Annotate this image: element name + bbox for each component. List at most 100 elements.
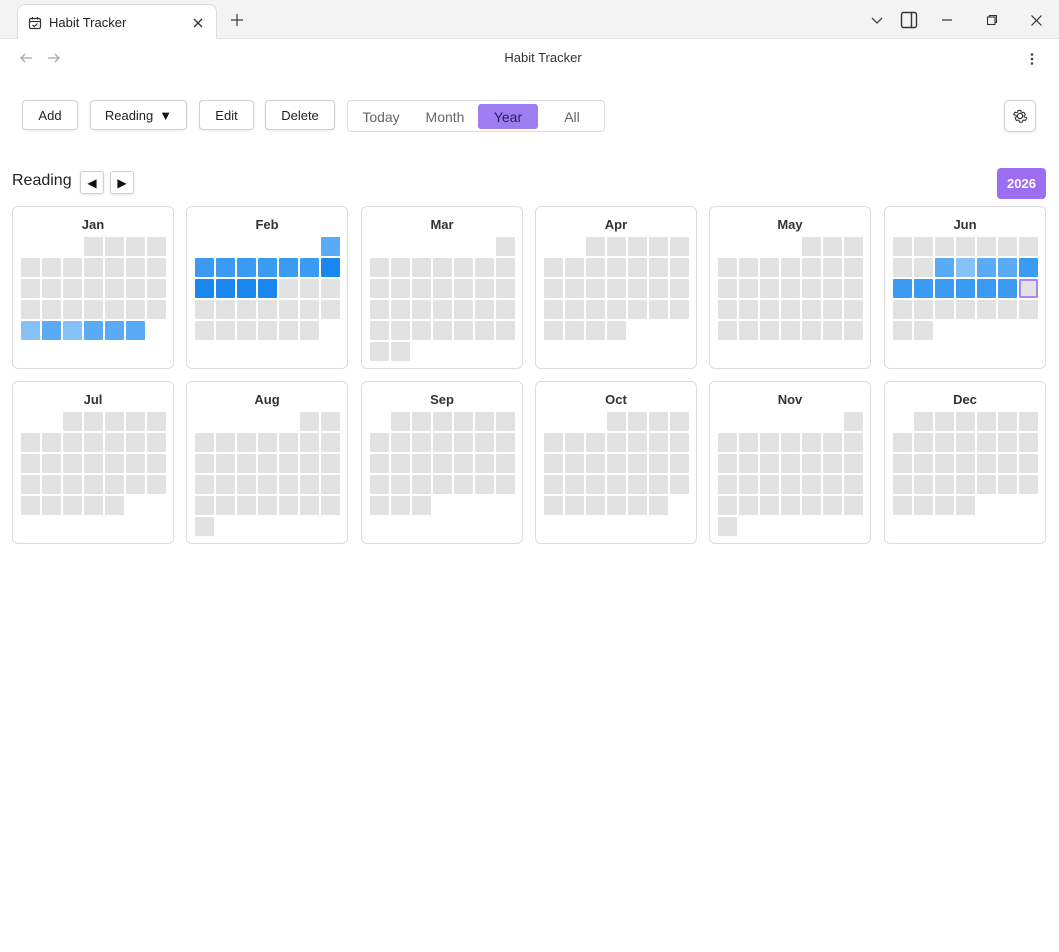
day-cell[interactable] xyxy=(544,258,563,277)
day-cell[interactable] xyxy=(391,342,410,361)
day-cell[interactable] xyxy=(628,258,647,277)
day-cell[interactable] xyxy=(279,433,298,452)
day-cell[interactable] xyxy=(914,412,933,431)
day-cell[interactable] xyxy=(21,258,40,277)
day-cell[interactable] xyxy=(760,496,779,515)
day-cell[interactable] xyxy=(649,237,668,256)
day-cell[interactable] xyxy=(433,433,452,452)
day-cell[interactable] xyxy=(718,279,737,298)
day-cell[interactable] xyxy=(300,496,319,515)
day-cell[interactable] xyxy=(126,237,145,256)
day-cell[interactable] xyxy=(300,454,319,473)
day-cell[interactable] xyxy=(475,258,494,277)
day-cell[interactable] xyxy=(607,237,626,256)
day-cell[interactable] xyxy=(670,237,689,256)
day-cell[interactable] xyxy=(63,321,82,340)
day-cell[interactable] xyxy=(586,475,605,494)
day-cell[interactable] xyxy=(844,412,863,431)
day-cell[interactable] xyxy=(195,258,214,277)
day-cell[interactable] xyxy=(195,321,214,340)
day-cell[interactable] xyxy=(1019,279,1038,298)
day-cell[interactable] xyxy=(935,454,954,473)
view-month[interactable]: Month xyxy=(414,104,476,129)
day-cell[interactable] xyxy=(300,258,319,277)
day-cell[interactable] xyxy=(105,258,124,277)
day-cell[interactable] xyxy=(956,237,975,256)
day-cell[interactable] xyxy=(42,433,61,452)
day-cell[interactable] xyxy=(844,454,863,473)
day-cell[interactable] xyxy=(84,321,103,340)
day-cell[interactable] xyxy=(565,496,584,515)
day-cell[interactable] xyxy=(126,279,145,298)
day-cell[interactable] xyxy=(893,300,912,319)
day-cell[interactable] xyxy=(216,454,235,473)
day-cell[interactable] xyxy=(914,496,933,515)
day-cell[interactable] xyxy=(760,258,779,277)
day-cell[interactable] xyxy=(844,300,863,319)
day-cell[interactable] xyxy=(914,475,933,494)
view-year[interactable]: Year xyxy=(478,104,538,129)
day-cell[interactable] xyxy=(956,412,975,431)
day-cell[interactable] xyxy=(718,475,737,494)
day-cell[interactable] xyxy=(412,433,431,452)
day-cell[interactable] xyxy=(781,496,800,515)
minimize-button[interactable] xyxy=(935,8,959,32)
day-cell[interactable] xyxy=(670,433,689,452)
day-cell[interactable] xyxy=(998,300,1017,319)
day-cell[interactable] xyxy=(628,454,647,473)
day-cell[interactable] xyxy=(893,237,912,256)
day-cell[interactable] xyxy=(956,496,975,515)
day-cell[interactable] xyxy=(258,258,277,277)
day-cell[interactable] xyxy=(586,496,605,515)
day-cell[interactable] xyxy=(544,496,563,515)
day-cell[interactable] xyxy=(321,300,340,319)
day-cell[interactable] xyxy=(760,279,779,298)
day-cell[interactable] xyxy=(475,454,494,473)
day-cell[interactable] xyxy=(977,475,996,494)
day-cell[interactable] xyxy=(1019,412,1038,431)
day-cell[interactable] xyxy=(977,433,996,452)
day-cell[interactable] xyxy=(370,342,389,361)
day-cell[interactable] xyxy=(802,475,821,494)
day-cell[interactable] xyxy=(126,412,145,431)
day-cell[interactable] xyxy=(823,321,842,340)
day-cell[interactable] xyxy=(216,433,235,452)
day-cell[interactable] xyxy=(802,496,821,515)
day-cell[interactable] xyxy=(935,475,954,494)
day-cell[interactable] xyxy=(454,321,473,340)
day-cell[interactable] xyxy=(565,433,584,452)
day-cell[interactable] xyxy=(1019,433,1038,452)
settings-button[interactable] xyxy=(1004,100,1036,132)
day-cell[interactable] xyxy=(391,321,410,340)
day-cell[interactable] xyxy=(321,237,340,256)
day-cell[interactable] xyxy=(823,454,842,473)
day-cell[interactable] xyxy=(433,279,452,298)
day-cell[interactable] xyxy=(391,258,410,277)
day-cell[interactable] xyxy=(739,496,758,515)
day-cell[interactable] xyxy=(496,475,515,494)
day-cell[interactable] xyxy=(844,258,863,277)
day-cell[interactable] xyxy=(84,412,103,431)
day-cell[interactable] xyxy=(370,279,389,298)
day-cell[interactable] xyxy=(42,279,61,298)
day-cell[interactable] xyxy=(412,258,431,277)
day-cell[interactable] xyxy=(370,454,389,473)
day-cell[interactable] xyxy=(370,475,389,494)
day-cell[interactable] xyxy=(670,300,689,319)
day-cell[interactable] xyxy=(433,412,452,431)
day-cell[interactable] xyxy=(718,496,737,515)
day-cell[interactable] xyxy=(649,412,668,431)
day-cell[interactable] xyxy=(147,412,166,431)
day-cell[interactable] xyxy=(237,279,256,298)
day-cell[interactable] xyxy=(84,237,103,256)
day-cell[interactable] xyxy=(237,300,256,319)
day-cell[interactable] xyxy=(760,321,779,340)
day-cell[interactable] xyxy=(586,258,605,277)
day-cell[interactable] xyxy=(195,496,214,515)
day-cell[interactable] xyxy=(84,454,103,473)
day-cell[interactable] xyxy=(370,496,389,515)
day-cell[interactable] xyxy=(105,433,124,452)
day-cell[interactable] xyxy=(586,237,605,256)
day-cell[interactable] xyxy=(496,237,515,256)
day-cell[interactable] xyxy=(42,300,61,319)
